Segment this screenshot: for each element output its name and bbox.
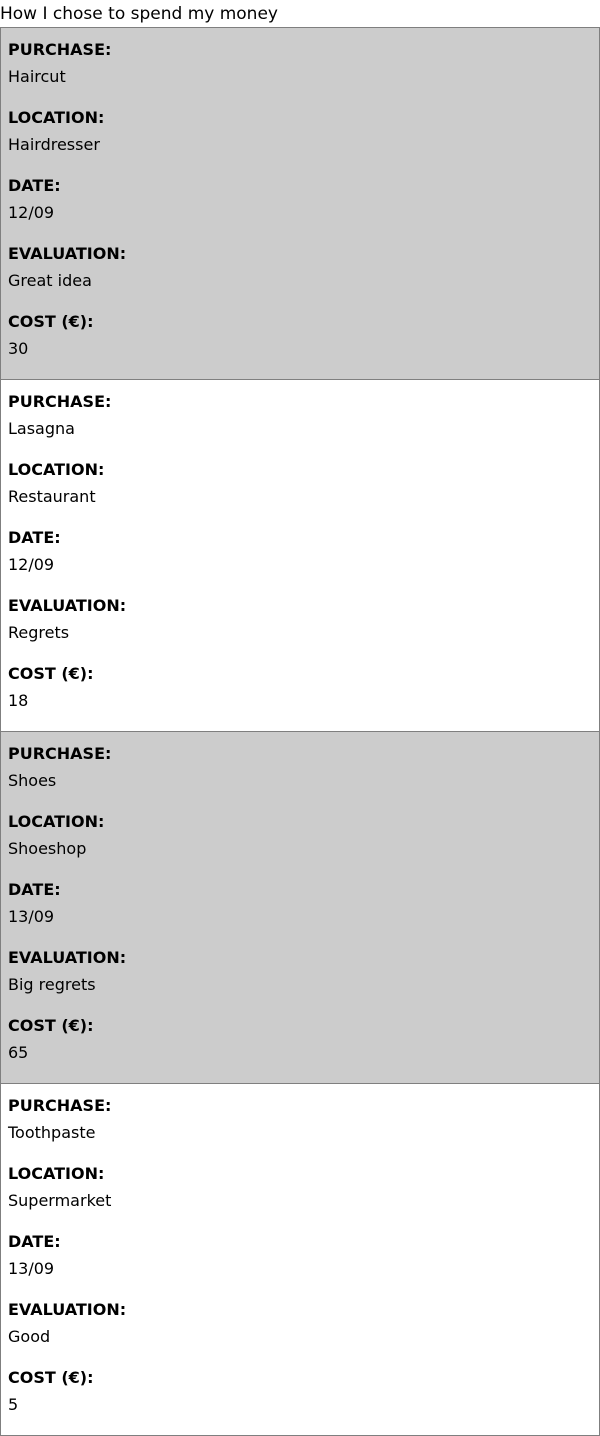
table-row: PURCHASE: Shoes LOCATION: Shoeshop DATE:… xyxy=(1,732,599,1084)
evaluation-label: EVALUATION: xyxy=(8,1300,127,1319)
cost-value: 18 xyxy=(8,691,29,710)
location-label: LOCATION: xyxy=(8,812,105,831)
purchase-value: Toothpaste xyxy=(8,1123,96,1142)
date-label: DATE: xyxy=(8,1232,61,1251)
date-value: 13/09 xyxy=(8,1259,55,1278)
purchase-field: PURCHASE: Haircut xyxy=(1,36,599,104)
table-caption: How I chose to spend my money xyxy=(0,4,278,24)
purchase-field: PURCHASE: Lasagna xyxy=(1,388,599,456)
evaluation-value: Regrets xyxy=(8,623,70,642)
evaluation-label: EVALUATION: xyxy=(8,244,127,263)
location-value: Shoeshop xyxy=(8,839,87,858)
cost-label: COST (€): xyxy=(8,312,94,331)
date-field: DATE: 12/09 xyxy=(1,172,599,240)
location-field: LOCATION: Supermarket xyxy=(1,1160,599,1228)
purchase-label: PURCHASE: xyxy=(8,392,112,411)
date-field: DATE: 13/09 xyxy=(1,1228,599,1296)
location-label: LOCATION: xyxy=(8,460,105,479)
cost-value: 30 xyxy=(8,339,29,358)
purchase-value: Haircut xyxy=(8,67,66,86)
purchase-value: Shoes xyxy=(8,771,57,790)
date-field: DATE: 12/09 xyxy=(1,524,599,592)
evaluation-field: EVALUATION: Regrets xyxy=(1,592,599,660)
date-field: DATE: 13/09 xyxy=(1,876,599,944)
cost-field: COST (€): 18 xyxy=(1,660,599,728)
location-field: LOCATION: Restaurant xyxy=(1,456,599,524)
location-field: LOCATION: Hairdresser xyxy=(1,104,599,172)
cost-field: COST (€): 30 xyxy=(1,308,599,376)
purchase-value: Lasagna xyxy=(8,419,75,438)
date-value: 12/09 xyxy=(8,555,55,574)
location-value: Supermarket xyxy=(8,1191,112,1210)
evaluation-field: EVALUATION: Great idea xyxy=(1,240,599,308)
location-value: Restaurant xyxy=(8,487,96,506)
date-label: DATE: xyxy=(8,880,61,899)
purchase-label: PURCHASE: xyxy=(8,1096,112,1115)
location-label: LOCATION: xyxy=(8,1164,105,1183)
purchase-label: PURCHASE: xyxy=(8,40,112,59)
evaluation-field: EVALUATION: Good xyxy=(1,1296,599,1364)
spending-table: PURCHASE: Haircut LOCATION: Hairdresser … xyxy=(0,27,600,1436)
table-row: PURCHASE: Haircut LOCATION: Hairdresser … xyxy=(1,28,599,380)
purchase-label: PURCHASE: xyxy=(8,744,112,763)
date-value: 13/09 xyxy=(8,907,55,926)
evaluation-value: Good xyxy=(8,1327,51,1346)
location-value: Hairdresser xyxy=(8,135,100,154)
evaluation-field: EVALUATION: Big regrets xyxy=(1,944,599,1012)
table-row: PURCHASE: Lasagna LOCATION: Restaurant D… xyxy=(1,380,599,732)
date-label: DATE: xyxy=(8,176,61,195)
evaluation-label: EVALUATION: xyxy=(8,596,127,615)
cost-field: COST (€): 65 xyxy=(1,1012,599,1080)
location-field: LOCATION: Shoeshop xyxy=(1,808,599,876)
cost-label: COST (€): xyxy=(8,664,94,683)
cost-value: 65 xyxy=(8,1043,29,1062)
cost-field: COST (€): 5 xyxy=(1,1364,599,1432)
evaluation-label: EVALUATION: xyxy=(8,948,127,967)
purchase-field: PURCHASE: Shoes xyxy=(1,740,599,808)
purchase-field: PURCHASE: Toothpaste xyxy=(1,1092,599,1160)
location-label: LOCATION: xyxy=(8,108,105,127)
cost-label: COST (€): xyxy=(8,1368,94,1387)
date-label: DATE: xyxy=(8,528,61,547)
evaluation-value: Great idea xyxy=(8,271,92,290)
evaluation-value: Big regrets xyxy=(8,975,96,994)
table-row: PURCHASE: Toothpaste LOCATION: Supermark… xyxy=(1,1084,599,1436)
cost-label: COST (€): xyxy=(8,1016,94,1035)
date-value: 12/09 xyxy=(8,203,55,222)
